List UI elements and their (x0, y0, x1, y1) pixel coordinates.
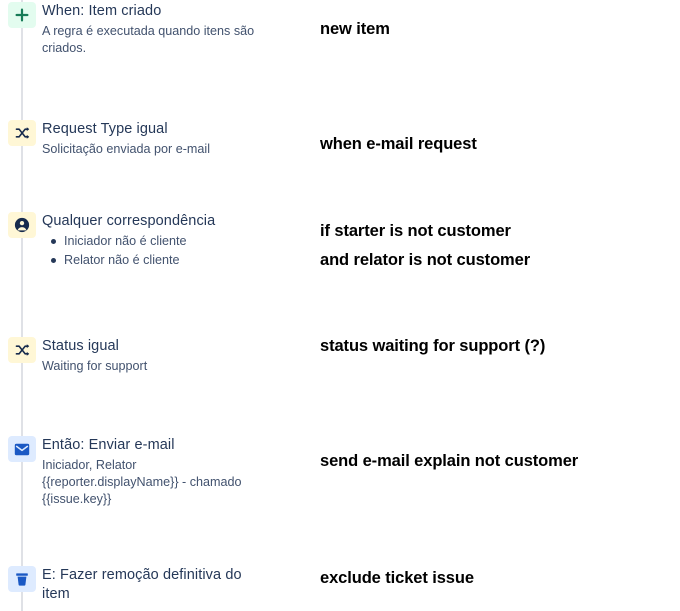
rule-step-title: Qualquer correspondência (42, 213, 216, 229)
annotation-new-item: new item (320, 20, 390, 38)
envelope-icon (8, 436, 36, 462)
shuffle-icon (8, 120, 36, 146)
rule-step-body: Qualquer correspondência Iniciador não é… (42, 212, 314, 270)
rule-step-body: When: Item criado A regra é executada qu… (42, 2, 314, 57)
trash-icon (8, 566, 36, 592)
bullet-dot (51, 239, 56, 244)
condition-text: Relator não é cliente (64, 253, 180, 267)
automation-rule-canvas: When: Item criado A regra é executada qu… (0, 0, 680, 611)
rule-step-body: Status igual Waiting for support (42, 337, 314, 375)
rule-step-title: E: Fazer remoção definitiva do item (42, 567, 242, 602)
annotation-status-waiting: status waiting for support (?) (320, 337, 546, 355)
list-item: Iniciador não é cliente (51, 232, 314, 251)
plus-icon (8, 2, 36, 28)
annotation-when-email-request: when e-mail request (320, 135, 477, 153)
rule-step-title: Request Type igual (42, 121, 168, 137)
rule-step-title: Então: Enviar e-mail (42, 437, 175, 453)
annotation-if-starter-relator: if starter is not customer and relator i… (320, 222, 531, 269)
list-item: Relator não é cliente (51, 251, 314, 270)
person-circle-icon (8, 212, 36, 238)
rule-step-conditions: Iniciador não é cliente Relator não é cl… (42, 232, 314, 270)
annotation-exclude-ticket: exclude ticket issue (320, 569, 474, 587)
annotation-send-email-explain: send e-mail explain not customer (320, 452, 579, 470)
rule-step-title: Status igual (42, 338, 119, 354)
rule-step-description: Waiting for support (42, 359, 148, 373)
condition-text: Iniciador não é cliente (64, 234, 187, 248)
rule-connector-rail (21, 0, 23, 611)
rule-step-description: A regra é executada quando itens são cri… (42, 24, 255, 55)
rule-step-description: Solicitação enviada por e-mail (42, 142, 211, 156)
rule-step-body: Request Type igual Solicitação enviada p… (42, 120, 314, 158)
bullet-dot (51, 258, 56, 263)
shuffle-icon (8, 337, 36, 363)
rule-step-body: Então: Enviar e-mail Iniciador, Relator … (42, 436, 314, 508)
rule-step-body: E: Fazer remoção definitiva do item (42, 566, 314, 604)
rule-step-title: When: Item criado (42, 3, 162, 19)
rule-step-description: Iniciador, Relator {{reporter.displayNam… (42, 458, 242, 506)
